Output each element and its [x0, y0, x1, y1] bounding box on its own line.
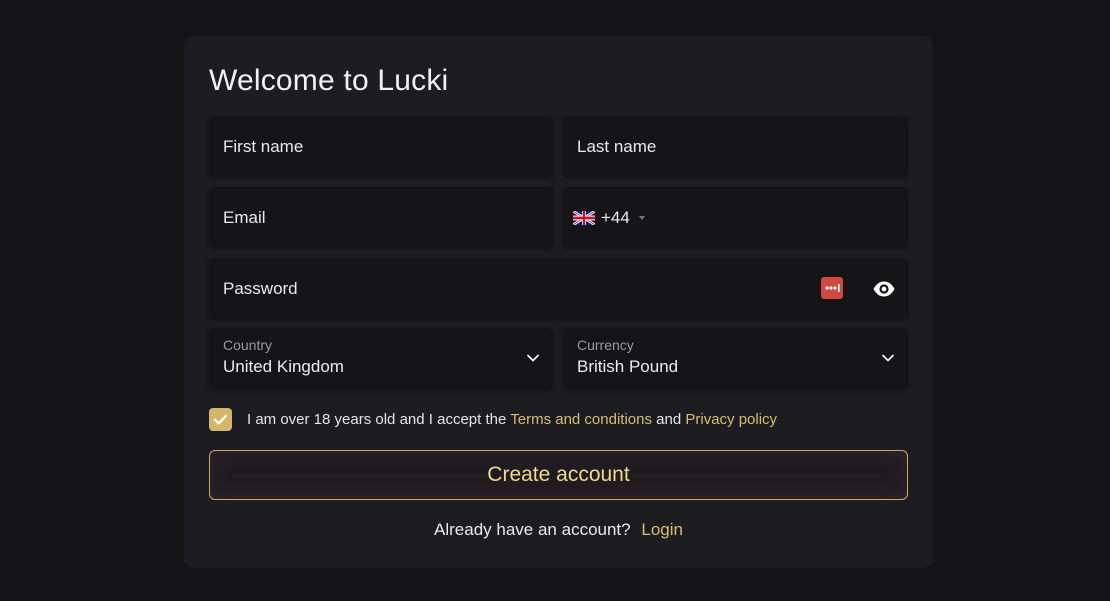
- last-name-placeholder: Last name: [577, 136, 657, 156]
- privacy-link[interactable]: Privacy policy: [685, 411, 777, 428]
- signup-card: Welcome to Lucki First name Last name Em…: [184, 36, 933, 568]
- chevron-down-icon[interactable]: [525, 350, 541, 366]
- caret-down-icon[interactable]: [639, 215, 645, 220]
- age-terms-checkbox[interactable]: [209, 408, 232, 431]
- login-prompt: Already have an account?: [434, 520, 631, 539]
- last-name-field[interactable]: Last name: [563, 116, 908, 177]
- email-field[interactable]: Email: [209, 187, 553, 248]
- first-name-field[interactable]: First name: [209, 116, 553, 177]
- login-row: Already have an account? Login: [184, 520, 933, 540]
- password-manager-icon[interactable]: [821, 277, 843, 299]
- country-label: Country: [223, 337, 273, 353]
- eye-icon[interactable]: [872, 277, 896, 301]
- agree-text-mid: and: [656, 411, 682, 428]
- currency-label: Currency: [577, 337, 634, 353]
- uk-flag-icon[interactable]: [573, 210, 595, 225]
- chevron-down-icon[interactable]: [880, 350, 896, 366]
- country-select[interactable]: Country United Kingdom: [209, 328, 553, 389]
- currency-select[interactable]: Currency British Pound: [563, 328, 908, 389]
- checkmark-icon: [213, 414, 228, 425]
- country-value: United Kingdom: [223, 357, 344, 376]
- page-title: Welcome to Lucki: [209, 64, 449, 97]
- email-placeholder: Email: [223, 207, 266, 227]
- currency-value: British Pound: [577, 357, 679, 376]
- terms-link[interactable]: Terms and conditions: [510, 411, 652, 428]
- agree-text-before: I am over 18 years old and I accept the: [247, 411, 507, 428]
- password-field[interactable]: Password: [209, 258, 908, 319]
- first-name-placeholder: First name: [223, 136, 304, 156]
- dial-code[interactable]: +44: [601, 208, 630, 228]
- login-link[interactable]: Login: [641, 520, 683, 539]
- create-account-button[interactable]: Create account: [209, 450, 908, 500]
- phone-field[interactable]: +44: [563, 187, 908, 248]
- password-placeholder: Password: [223, 278, 298, 298]
- agree-text: I am over 18 years old and I accept the …: [247, 411, 777, 428]
